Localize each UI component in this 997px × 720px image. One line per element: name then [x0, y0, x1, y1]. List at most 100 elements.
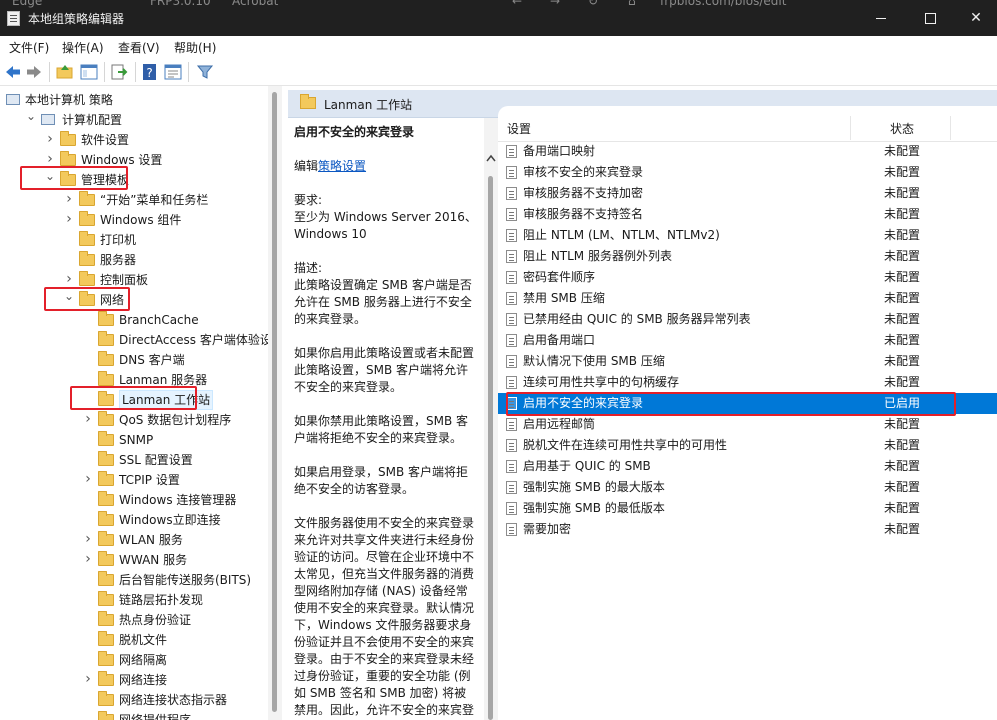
close-button[interactable]: ✕ [953, 0, 997, 36]
expand-right-icon[interactable]: › [82, 549, 94, 569]
folder-icon [98, 711, 114, 720]
folder-icon [98, 531, 114, 546]
setting-state: 未配置 [884, 165, 921, 179]
setting-name: 审核服务器不支持签名 [523, 207, 644, 221]
tree-scrollbar-thumb[interactable] [272, 92, 277, 712]
policy-setting-icon [506, 292, 517, 305]
annotation-highlight-network [44, 287, 130, 311]
setting-name: 启用远程邮筒 [523, 417, 596, 431]
setting-state: 未配置 [884, 207, 921, 221]
setting-row[interactable]: 审核服务器不支持签名 未配置 [498, 204, 997, 225]
folder-icon [98, 331, 114, 346]
policy-setting-icon [506, 481, 517, 494]
expand-down-icon[interactable]: ⌄ [25, 106, 37, 126]
annotation-highlight-insecure-guest-logon [506, 392, 956, 416]
setting-row[interactable]: 阻止 NTLM (LM、NTLM、NTLMv2) 未配置 [498, 225, 997, 246]
setting-name: 密码套件顺序 [523, 270, 596, 284]
background-tab-label: Edge [12, 0, 43, 8]
scroll-up-icon[interactable] [486, 154, 496, 162]
annotation-highlight-admin-templates [20, 166, 128, 190]
up-folder-icon[interactable] [56, 63, 74, 81]
setting-name: 强制实施 SMB 的最大版本 [523, 480, 665, 494]
description-scrollbar-thumb[interactable] [488, 176, 493, 720]
setting-state: 未配置 [884, 438, 921, 452]
setting-row[interactable]: 强制实施 SMB 的最低版本 未配置 [498, 498, 997, 519]
description-paragraph: 如果你禁用此策略设置，SMB 客户端将拒绝不安全的来宾登录。 [294, 414, 469, 445]
menu-file[interactable]: 文件(F) [9, 39, 49, 56]
annotation-highlight-lanman-workstation [70, 386, 197, 410]
setting-row[interactable]: 禁用 SMB 压缩 未配置 [498, 288, 997, 309]
expand-right-icon[interactable]: › [82, 469, 94, 489]
folder-icon [79, 231, 95, 246]
show-hide-tree-icon[interactable] [80, 63, 98, 81]
setting-row[interactable]: 密码套件顺序 未配置 [498, 267, 997, 288]
tree-node-label: 服务器 [100, 253, 137, 267]
folder-icon [98, 691, 114, 706]
tree-node-label: DNS 客户端 [119, 353, 185, 367]
column-divider[interactable] [850, 116, 851, 140]
setting-row[interactable]: 审核服务器不支持加密 未配置 [498, 183, 997, 204]
setting-row[interactable]: 备用端口映射 未配置 [498, 141, 997, 162]
setting-row[interactable]: 连续可用性共享中的句柄缓存 未配置 [498, 372, 997, 393]
description-scrollbar[interactable] [484, 118, 498, 720]
setting-name: 默认情况下使用 SMB 压缩 [523, 354, 665, 368]
folder-icon [79, 211, 95, 226]
tree-node-label: 网络连接状态指示器 [119, 693, 228, 707]
setting-state: 未配置 [884, 270, 921, 284]
expand-right-icon[interactable]: › [82, 669, 94, 689]
setting-name: 审核服务器不支持加密 [523, 186, 644, 200]
setting-row[interactable]: 阻止 NTLM 服务器例外列表 未配置 [498, 246, 997, 267]
folder-icon [98, 631, 114, 646]
expand-right-icon[interactable]: › [82, 409, 94, 429]
expand-right-icon[interactable]: › [44, 129, 56, 149]
background-refresh-icon: ↻ [588, 0, 599, 8]
setting-row[interactable]: 启用远程邮筒 未配置 [498, 414, 997, 435]
tree-scrollbar[interactable] [268, 86, 282, 720]
column-header-setting[interactable]: 设置 [507, 120, 531, 137]
tree-node-label: Windows 组件 [100, 213, 182, 227]
forward-icon[interactable] [25, 63, 43, 81]
expand-right-icon[interactable]: › [82, 529, 94, 549]
setting-row[interactable]: 启用备用端口 未配置 [498, 330, 997, 351]
setting-row[interactable]: 需要加密 未配置 [498, 519, 997, 540]
setting-name: 禁用 SMB 压缩 [523, 291, 605, 305]
policy-setting-icon [506, 166, 517, 179]
properties-icon[interactable] [164, 63, 182, 81]
folder-icon [98, 611, 114, 626]
column-divider[interactable] [950, 116, 951, 140]
export-list-icon[interactable] [110, 63, 128, 81]
setting-name: 脱机文件在连续可用性共享中的可用性 [523, 438, 728, 452]
policy-setting-icon [506, 376, 517, 389]
policy-setting-icon [506, 271, 517, 284]
tree-node-label: TCPIP 设置 [119, 473, 180, 487]
toolbar-separator [104, 62, 105, 82]
filter-icon[interactable] [196, 63, 214, 81]
setting-row[interactable]: 已禁用经由 QUIC 的 SMB 服务器异常列表 未配置 [498, 309, 997, 330]
menu-view[interactable]: 查看(V) [118, 39, 160, 56]
folder-icon [79, 191, 95, 206]
expand-right-icon[interactable]: › [63, 189, 75, 209]
setting-row[interactable]: 默认情况下使用 SMB 压缩 未配置 [498, 351, 997, 372]
folder-icon [98, 471, 114, 486]
policy-setting-icon [506, 145, 517, 158]
folder-icon [98, 311, 114, 326]
setting-name: 已禁用经由 QUIC 的 SMB 服务器异常列表 [523, 312, 751, 326]
menu-action[interactable]: 操作(A) [62, 39, 104, 56]
maximize-button[interactable] [908, 0, 954, 36]
column-header-state[interactable]: 状态 [890, 120, 914, 137]
menu-help[interactable]: 帮助(H) [174, 39, 216, 56]
expand-right-icon[interactable]: › [63, 209, 75, 229]
edit-policy-link[interactable]: 策略设置 [318, 159, 366, 173]
setting-row[interactable]: 脱机文件在连续可用性共享中的可用性 未配置 [498, 435, 997, 456]
description-paragraph: 描述: 此策略设置确定 SMB 客户端是否允许在 SMB 服务器上进行不安全的来… [294, 261, 472, 326]
tree-node-label: WWAN 服务 [119, 553, 188, 567]
policy-setting-icon [506, 229, 517, 242]
tree-node-label: Windows 连接管理器 [119, 493, 237, 507]
setting-row[interactable]: 强制实施 SMB 的最大版本 未配置 [498, 477, 997, 498]
minimize-button[interactable] [858, 0, 904, 36]
setting-row[interactable]: 审核不安全的来宾登录 未配置 [498, 162, 997, 183]
tree-node-label: WLAN 服务 [119, 533, 183, 547]
setting-row[interactable]: 启用基于 QUIC 的 SMB 未配置 [498, 456, 997, 477]
help-icon[interactable]: ? [141, 63, 159, 81]
back-icon[interactable] [4, 63, 22, 81]
